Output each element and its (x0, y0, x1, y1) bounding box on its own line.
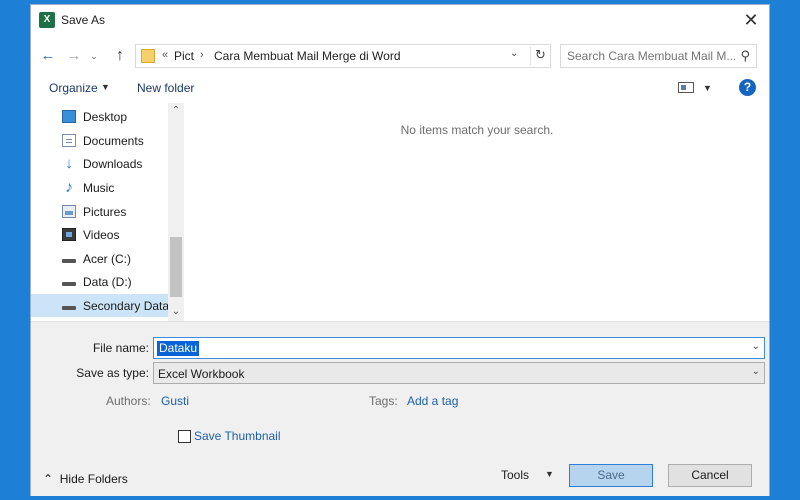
sidebar-item-secondary-data[interactable]: Secondary Data (31, 294, 170, 317)
sidebar-item-label: Downloads (83, 157, 143, 171)
up-arrow-icon[interactable]: ↑ (111, 45, 129, 67)
hide-folders-button[interactable]: ⌃ Hide Folders (43, 472, 128, 486)
save-thumbnail-checkbox[interactable] (178, 430, 191, 443)
chevron-down-icon[interactable]: ⌄ (510, 48, 518, 59)
breadcrumb-item-current[interactable]: Cara Membuat Mail Merge di Word (214, 49, 401, 63)
chevron-up-icon: ⌃ (43, 472, 54, 486)
sidebar-item-documents[interactable]: Documents (31, 129, 168, 152)
tags-input[interactable]: Add a tag (407, 394, 458, 408)
chevron-down-icon[interactable]: ⌄ (752, 366, 760, 377)
address-bar[interactable]: « Pict › Cara Membuat Mail Merge di Word… (135, 44, 551, 68)
forward-arrow-icon[interactable]: → (65, 45, 83, 67)
sidebar-item-music[interactable]: ♪ Music (31, 176, 168, 199)
caret-down-icon[interactable]: ▼ (703, 83, 712, 93)
downloads-icon: ↓ (65, 155, 73, 172)
sidebar-item-label: Music (83, 181, 115, 195)
file-list-pane[interactable]: No items match your search. (185, 103, 769, 321)
scroll-thumb[interactable] (170, 237, 182, 297)
file-name-field[interactable]: Dataku ⌄ (153, 337, 765, 359)
close-icon[interactable]: ✕ (739, 8, 763, 32)
chevron-down-icon[interactable]: ⌄ (752, 341, 760, 352)
sidebar-scrollbar[interactable]: ⌃ ⌄ (168, 103, 184, 321)
view-options-icon[interactable] (678, 82, 694, 93)
sidebar-item-label: Secondary Data (83, 299, 170, 313)
window-title: Save As (61, 13, 106, 27)
help-icon[interactable]: ? (739, 79, 756, 96)
tags-label: Tags: (369, 394, 398, 408)
pictures-icon (62, 205, 76, 218)
sidebar-item-pictures[interactable]: Pictures (31, 200, 168, 223)
authors-label: Authors: (106, 394, 151, 408)
scroll-down-icon[interactable]: ⌄ (168, 306, 184, 317)
save-options-panel: File name: Dataku ⌄ Save as type: Excel … (31, 321, 769, 496)
cancel-button[interactable]: Cancel (668, 464, 752, 487)
hide-folders-label: Hide Folders (59, 472, 128, 486)
command-bar: Organize ▼ New folder ▼ ? (31, 73, 769, 103)
sidebar-item-label: Documents (83, 134, 144, 148)
documents-icon (62, 134, 76, 147)
caret-down-icon[interactable]: ▼ (545, 469, 554, 479)
sidebar-item-label: Data (D:) (83, 275, 132, 289)
sidebar-item-videos[interactable]: Videos (31, 223, 168, 246)
sidebar-item-label: Acer (C:) (83, 252, 131, 266)
sidebar-item-label: Pictures (83, 205, 127, 219)
save-button[interactable]: Save (569, 464, 653, 487)
organize-button[interactable]: Organize (49, 81, 98, 95)
save-as-type-label: Save as type: (76, 366, 149, 380)
drive-icon (62, 275, 76, 288)
sidebar-item-desktop[interactable]: Desktop (31, 105, 168, 128)
sidebar-item-label: Desktop (83, 110, 128, 124)
back-arrow-icon[interactable]: ← (39, 45, 57, 67)
sidebar-item-downloads[interactable]: ↓ Downloads (31, 152, 168, 175)
drive-icon (62, 299, 76, 312)
save-as-type-value: Excel Workbook (158, 367, 245, 381)
scroll-up-icon[interactable]: ⌃ (168, 105, 184, 116)
new-folder-button[interactable]: New folder (137, 81, 194, 95)
authors-value[interactable]: Gusti (161, 394, 189, 408)
videos-icon (62, 228, 76, 241)
music-icon: ♪ (65, 179, 73, 196)
folder-icon (141, 49, 155, 63)
search-icon[interactable]: ⚲ (740, 48, 750, 64)
sidebar-item-label: Videos (83, 228, 120, 242)
recent-locations-chevron-icon[interactable]: ⌄ (85, 45, 103, 67)
sidebar-item-drive-d[interactable]: Data (D:) (31, 270, 168, 293)
empty-state-message: No items match your search. (400, 123, 554, 137)
drive-icon (62, 252, 76, 265)
breadcrumb-item-pict[interactable]: Pict (174, 49, 194, 63)
sidebar-item-drive-c[interactable]: Acer (C:) (31, 247, 168, 270)
save-thumbnail-label[interactable]: Save Thumbnail (194, 429, 281, 443)
refresh-icon[interactable]: ↻ (530, 47, 550, 65)
desktop-icon (62, 110, 76, 123)
file-name-value[interactable]: Dataku (157, 341, 200, 356)
chevron-right-icon[interactable]: › (200, 49, 204, 61)
search-input[interactable] (567, 48, 735, 64)
tools-button[interactable]: Tools (501, 468, 529, 482)
search-box[interactable]: ⚲ (560, 44, 757, 68)
navigation-bar: ← → ⌄ ↑ « Pict › Cara Membuat Mail Merge… (31, 41, 769, 71)
save-as-dialog: X Save As ✕ ← → ⌄ ↑ « Pict › Cara Membua… (30, 4, 770, 496)
excel-app-icon: X (39, 12, 55, 28)
save-as-type-select[interactable]: Excel Workbook ⌄ (153, 362, 765, 384)
breadcrumb-overflow-icon[interactable]: « (162, 49, 168, 61)
navigation-pane: Desktop Documents ↓ Downloads ♪ Music Pi… (31, 103, 184, 321)
file-name-label: File name: (92, 341, 149, 355)
caret-down-icon[interactable]: ▼ (101, 82, 110, 92)
title-bar[interactable]: X Save As ✕ (31, 5, 769, 35)
